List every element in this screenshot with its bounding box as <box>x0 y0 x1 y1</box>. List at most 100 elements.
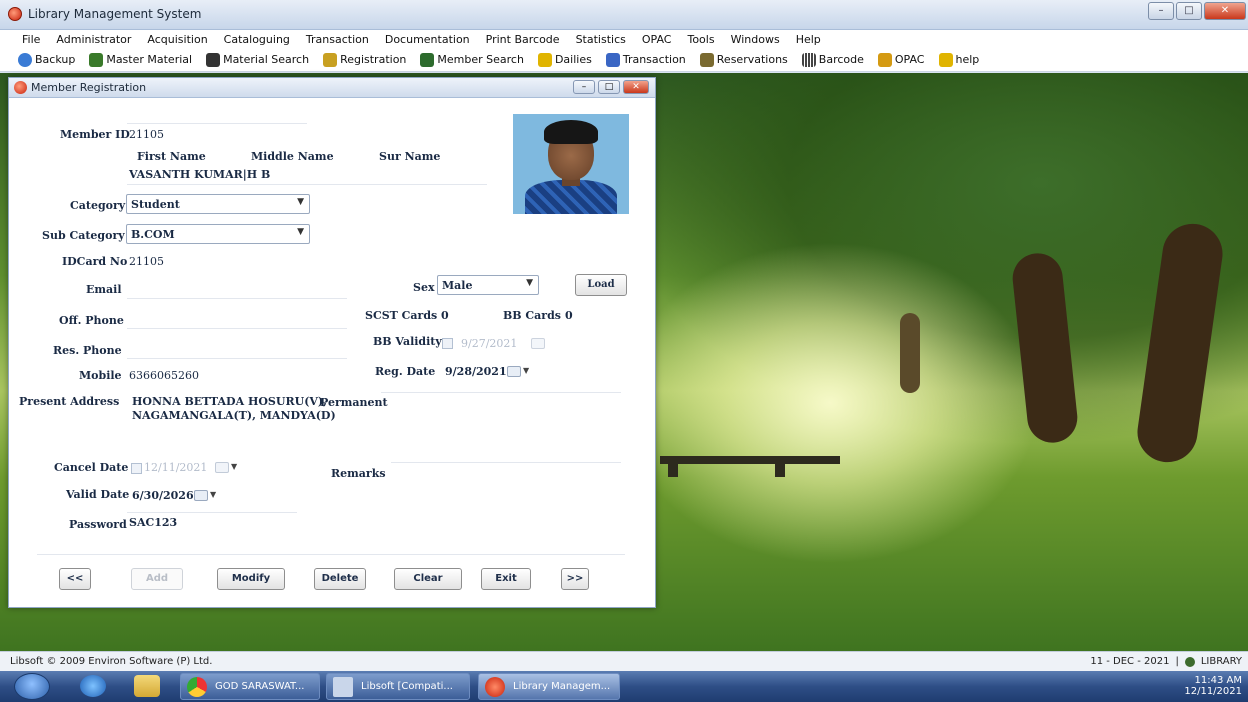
menu-transaction[interactable]: Transaction <box>306 33 369 46</box>
taskbar-task-browser[interactable]: GOD SARASWAT... <box>180 673 320 700</box>
previous-record-button[interactable]: << <box>59 568 91 590</box>
category-select[interactable]: Student ▼ <box>126 194 310 214</box>
window-logo-icon <box>14 81 27 94</box>
clear-button[interactable]: Clear <box>394 568 462 590</box>
toolbar-backup[interactable]: Backup <box>18 52 75 67</box>
menu-documentation[interactable]: Documentation <box>385 33 470 46</box>
chevron-down-icon: ▼ <box>297 197 304 207</box>
reg-date-value[interactable]: 9/28/2021 <box>445 365 507 378</box>
mobile-field[interactable]: 6366065260 <box>129 369 199 382</box>
calendar-icon[interactable] <box>531 338 545 349</box>
calendar-icon[interactable] <box>194 490 208 501</box>
load-button[interactable]: Load <box>575 274 627 296</box>
chevron-down-icon: ▼ <box>523 366 530 375</box>
toolbar-help[interactable]: help <box>938 52 979 67</box>
members-icon <box>420 52 435 67</box>
idcard-field[interactable]: 21105 <box>129 255 164 268</box>
menu-file[interactable]: File <box>22 33 40 46</box>
cancel-date-checkbox[interactable] <box>131 463 142 474</box>
divider <box>127 512 297 513</box>
minimize-button[interactable]: – <box>1148 2 1174 20</box>
bb-cards-value[interactable]: 0 <box>565 309 573 322</box>
cancel-date-value[interactable]: 12/11/2021 <box>144 461 207 474</box>
chevron-down-icon: ▼ <box>210 490 217 499</box>
backup-icon <box>18 52 32 67</box>
name-input[interactable]: VASANTH KUMAR|H B <box>129 168 270 181</box>
taskbar-task-library[interactable]: Library Managem... <box>478 673 620 700</box>
modify-button[interactable]: Modify <box>217 568 285 590</box>
dailies-icon <box>537 52 552 67</box>
bb-validity-date[interactable]: 9/27/2021 <box>461 337 517 350</box>
toolbar-transaction[interactable]: Transaction <box>605 52 686 67</box>
off-phone-field[interactable] <box>127 328 347 329</box>
close-button[interactable]: ✕ <box>1204 2 1246 20</box>
bb-validity-checkbox[interactable] <box>442 338 453 349</box>
toolbar-opac[interactable]: OPAC <box>877 52 925 67</box>
menu-print-barcode[interactable]: Print Barcode <box>486 33 560 46</box>
app-title: Library Management System <box>28 7 202 21</box>
user-icon <box>1184 656 1195 667</box>
present-address-line-2[interactable]: NAGAMANGALA(T), MANDYA(D) <box>132 409 336 422</box>
email-field[interactable] <box>127 298 347 299</box>
window-close-button[interactable]: ✕ <box>623 80 649 94</box>
reg-date-label: Reg. Date <box>375 365 436 378</box>
sex-select[interactable]: Male ▼ <box>437 275 539 295</box>
clock-time: 11:43 AM <box>1194 675 1242 686</box>
sub-category-label: Sub Category <box>42 229 125 242</box>
toolbar-member-search[interactable]: Member Search <box>420 52 524 67</box>
calendar-icon[interactable] <box>215 462 229 473</box>
binoculars-icon <box>206 52 221 67</box>
internet-explorer-icon[interactable] <box>80 675 106 697</box>
first-name-label: First Name <box>137 150 206 163</box>
divider <box>37 554 625 555</box>
delete-button[interactable]: Delete <box>314 568 366 590</box>
menu-administrator[interactable]: Administrator <box>56 33 131 46</box>
calendar-icon[interactable] <box>507 366 521 377</box>
scst-cards-value[interactable]: 0 <box>441 309 449 322</box>
tree-trunk <box>1010 250 1080 446</box>
toolbar-barcode[interactable]: Barcode <box>801 52 864 67</box>
toolbar-dailies[interactable]: Dailies <box>537 52 592 67</box>
menu-acquisition[interactable]: Acquisition <box>147 33 207 46</box>
valid-date-value[interactable]: 6/30/2026 <box>132 489 194 502</box>
help-icon <box>938 52 953 67</box>
exit-button[interactable]: Exit <box>481 568 531 590</box>
present-address-line-1[interactable]: HONNA BETTADA HOSURU(V), <box>132 395 327 408</box>
registration-icon <box>323 52 338 67</box>
menu-cataloguing[interactable]: Cataloguing <box>224 33 290 46</box>
toolbar-master-material[interactable]: Master Material <box>89 52 192 67</box>
cancel-date-label: Cancel Date <box>54 461 129 474</box>
menu-opac[interactable]: OPAC <box>642 33 672 46</box>
toolbar-registration[interactable]: Registration <box>323 52 406 67</box>
mobile-label: Mobile <box>79 369 122 382</box>
menu-help[interactable]: Help <box>796 33 821 46</box>
toolbar-reservations[interactable]: Reservations <box>699 52 788 67</box>
next-record-button[interactable]: >> <box>561 568 589 590</box>
system-tray: 11:43 AM 12/11/2021 <box>1184 675 1242 697</box>
sub-category-select[interactable]: B.COM ▼ <box>126 224 310 244</box>
password-field[interactable]: SAC123 <box>129 516 177 529</box>
member-photo <box>513 114 629 214</box>
window-minimize-button[interactable]: – <box>573 80 595 94</box>
status-right: 11 - DEC - 2021 | LIBRARY <box>1090 656 1242 667</box>
application-icon <box>333 677 353 697</box>
permanent-address-field[interactable] <box>381 392 621 393</box>
file-explorer-icon[interactable] <box>134 675 160 697</box>
menu-statistics[interactable]: Statistics <box>576 33 626 46</box>
toolbar-material-search[interactable]: Material Search <box>206 52 309 67</box>
scst-cards-label: SCST Cards <box>365 309 438 322</box>
start-button[interactable] <box>14 673 50 700</box>
menu-tools[interactable]: Tools <box>687 33 714 46</box>
idcard-label: IDCard No <box>62 255 128 268</box>
menu-windows[interactable]: Windows <box>731 33 780 46</box>
taskbar-task-libsoft[interactable]: Libsoft [Compati... <box>326 673 470 700</box>
maximize-button[interactable]: □ <box>1176 2 1202 20</box>
bb-validity-label: BB Validity <box>373 335 442 348</box>
window-maximize-button[interactable]: □ <box>598 80 620 94</box>
add-button[interactable]: Add <box>131 568 183 590</box>
present-address-label: Present Address <box>19 395 120 408</box>
opac-icon <box>877 52 892 67</box>
res-phone-field[interactable] <box>127 358 347 359</box>
member-id-field[interactable]: 21105 <box>129 128 164 141</box>
remarks-field[interactable] <box>391 462 621 463</box>
